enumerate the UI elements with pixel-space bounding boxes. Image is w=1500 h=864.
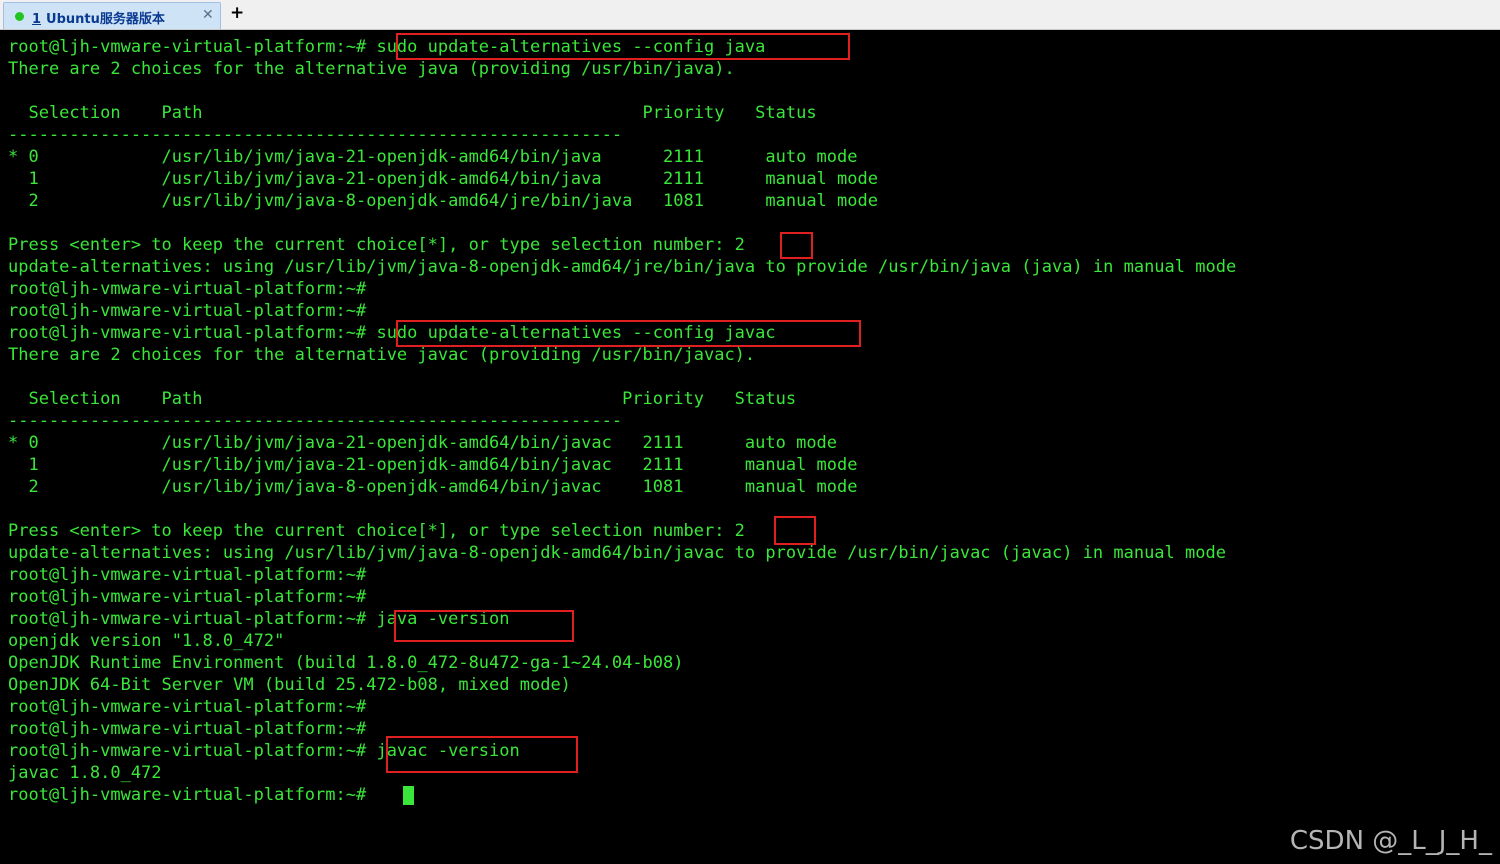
terminal-line: 2 /usr/lib/jvm/java-8-openjdk-amd64/bin/…	[8, 477, 858, 497]
terminal-line: openjdk version "1.8.0_472"	[8, 631, 285, 651]
terminal-line: root@ljh-vmware-virtual-platform:~#	[8, 719, 367, 739]
terminal-line: root@ljh-vmware-virtual-platform:~#	[8, 785, 377, 805]
highlight-box	[394, 610, 574, 642]
tab-number: 1	[32, 12, 42, 27]
terminal-line: * 0 /usr/lib/jvm/java-21-openjdk-amd64/b…	[8, 147, 858, 167]
tab-ubuntu-server[interactable]: 1 Ubuntu服务器版本 ✕	[3, 2, 221, 29]
terminal-line: update-alternatives: using /usr/lib/jvm/…	[8, 543, 1226, 563]
tab-bar: 1 Ubuntu服务器版本 ✕ +	[0, 0, 1500, 30]
terminal-line: OpenJDK Runtime Environment (build 1.8.0…	[8, 653, 684, 673]
tab-label: 1 Ubuntu服务器版本	[32, 8, 165, 27]
highlight-box	[386, 736, 578, 773]
terminal-line: Selection Path Priority Status	[8, 389, 797, 409]
terminal-line: root@ljh-vmware-virtual-platform:~#	[8, 565, 367, 585]
terminal-line: 1 /usr/lib/jvm/java-21-openjdk-amd64/bin…	[8, 169, 878, 189]
terminal-line: ----------------------------------------…	[8, 125, 623, 145]
highlight-box	[396, 320, 861, 347]
terminal-line: 1 /usr/lib/jvm/java-21-openjdk-amd64/bin…	[8, 455, 858, 475]
terminal-line: There are 2 choices for the alternative …	[8, 59, 735, 79]
highlight-box	[396, 33, 850, 60]
add-tab-icon[interactable]: +	[230, 3, 244, 23]
terminal-line: There are 2 choices for the alternative …	[8, 345, 756, 365]
terminal-line: update-alternatives: using /usr/lib/jvm/…	[8, 257, 1237, 277]
terminal-line: root@ljh-vmware-virtual-platform:~#	[8, 697, 367, 717]
terminal-line: javac 1.8.0_472	[8, 763, 162, 783]
terminal-line: ----------------------------------------…	[8, 411, 623, 431]
close-icon[interactable]: ✕	[202, 7, 214, 23]
terminal-line: root@ljh-vmware-virtual-platform:~#	[8, 587, 367, 607]
terminal-cursor	[403, 786, 414, 805]
connection-status-icon	[15, 12, 24, 21]
tab-title: Ubuntu服务器版本	[46, 12, 165, 27]
terminal-line: root@ljh-vmware-virtual-platform:~#	[8, 279, 367, 299]
terminal-output[interactable]: root@ljh-vmware-virtual-platform:~# sudo…	[0, 30, 1500, 864]
highlight-box	[774, 516, 816, 545]
terminal-line: root@ljh-vmware-virtual-platform:~#	[8, 301, 367, 321]
terminal-line: * 0 /usr/lib/jvm/java-21-openjdk-amd64/b…	[8, 433, 838, 453]
terminal-line: Press <enter> to keep the current choice…	[8, 521, 745, 541]
terminal-line: Press <enter> to keep the current choice…	[8, 235, 745, 255]
watermark: CSDN @_L_J_H_	[1289, 826, 1492, 856]
highlight-box	[780, 232, 813, 259]
terminal-line: 2 /usr/lib/jvm/java-8-openjdk-amd64/jre/…	[8, 191, 878, 211]
terminal-line: Selection Path Priority Status	[8, 103, 817, 123]
terminal-line: OpenJDK 64-Bit Server VM (build 25.472-b…	[8, 675, 571, 695]
